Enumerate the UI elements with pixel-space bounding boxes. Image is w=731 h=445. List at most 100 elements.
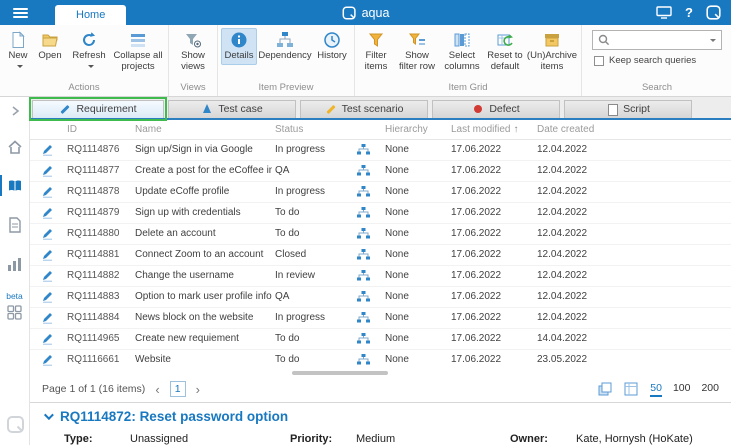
table-row[interactable]: RQ1114876 Sign up/Sign in via Google In …	[30, 140, 731, 161]
new-button[interactable]: New	[3, 28, 33, 76]
column-header-name[interactable]: Name	[132, 124, 272, 135]
history-button[interactable]: History	[313, 28, 351, 65]
row-edit-cell[interactable]	[30, 185, 64, 198]
tab-label: Script	[623, 103, 650, 115]
column-header-id[interactable]: ID	[64, 124, 132, 135]
aqua-app-icon[interactable]	[706, 5, 721, 20]
keep-search-queries-option[interactable]: Keep search queries	[594, 55, 720, 66]
checkbox-icon[interactable]	[594, 56, 604, 66]
filter-items-button[interactable]: Filter items	[358, 28, 394, 76]
sidebar-item-apps-beta[interactable]	[0, 301, 29, 324]
ribbon-group-item-preview: Details Dependency History Item Preview	[218, 25, 355, 96]
new-document-icon	[9, 31, 27, 49]
tab-defect[interactable]: Defect	[432, 100, 560, 118]
app-title-text: aqua	[362, 6, 390, 20]
select-columns-button[interactable]: Select columns	[440, 28, 484, 76]
unarchive-items-label: (Un)Archive items	[527, 51, 577, 73]
ribbon-group-views: Show views Views	[169, 25, 218, 96]
refresh-button[interactable]: Refresh	[67, 28, 111, 76]
table-row[interactable]: RQ1114883 Option to mark user profile in…	[30, 287, 731, 308]
sidebar-item-home[interactable]	[0, 135, 29, 158]
show-views-button[interactable]: Show views	[172, 28, 214, 76]
column-header-hierarchy[interactable]: Hierarchy	[382, 124, 448, 135]
refresh-icon	[80, 31, 98, 49]
row-edit-cell[interactable]	[30, 290, 64, 303]
dependency-icon	[276, 31, 294, 49]
table-row[interactable]: RQ1114878 Update eCoffe profile In progr…	[30, 182, 731, 203]
row-edit-cell[interactable]	[30, 353, 64, 366]
bar-chart-icon	[7, 257, 22, 271]
dropdown-caret-icon	[17, 65, 23, 68]
page-size-200[interactable]: 200	[701, 382, 719, 397]
tab-test-scenario[interactable]: Test scenario	[300, 100, 428, 118]
table-row[interactable]: RQ1114879 Sign up with credentials To do…	[30, 203, 731, 224]
row-edit-cell[interactable]	[30, 332, 64, 345]
ribbon-group-label-search: Search	[582, 81, 731, 96]
tab-script[interactable]: Script	[564, 100, 692, 118]
aqua-logo-icon	[342, 6, 356, 20]
row-hierarchy-icon-cell	[344, 144, 382, 155]
row-date-created: 12.04.2022	[534, 165, 634, 176]
column-header-status[interactable]: Status	[272, 124, 344, 135]
dependency-button[interactable]: Dependency	[257, 28, 313, 65]
search-input[interactable]	[614, 34, 703, 46]
details-button[interactable]: Details	[221, 28, 257, 65]
column-header-last_modified[interactable]: Last modified↑	[448, 124, 534, 135]
row-edit-cell[interactable]	[30, 227, 64, 240]
current-page-button[interactable]: 1	[170, 381, 186, 397]
tab-test-case[interactable]: Test case	[168, 100, 296, 118]
row-hierarchy-icon-cell	[344, 270, 382, 281]
unarchive-items-button[interactable]: (Un)Archive items	[526, 28, 578, 76]
tab-requirement[interactable]: Requirement	[32, 100, 164, 118]
sidebar-item-reports[interactable]	[0, 253, 29, 275]
table-row[interactable]: RQ1116661 Website To do None 17.06.2022 …	[30, 350, 731, 370]
grid-apps-icon	[7, 305, 22, 320]
table-row[interactable]: RQ1114965 Create new requiement To do No…	[30, 329, 731, 350]
select-columns-icon	[453, 31, 471, 49]
sidebar-item-projects[interactable]	[0, 174, 29, 197]
refresh-button-label: Refresh	[69, 51, 109, 73]
tab-home[interactable]: Home	[55, 5, 126, 25]
table-row[interactable]: RQ1114877 Create a post for the eCoffee …	[30, 161, 731, 182]
row-hierarchy-icon-cell	[344, 186, 382, 197]
page-size-50[interactable]: 50	[650, 382, 662, 397]
copy-view-icon[interactable]	[598, 382, 612, 396]
table-row[interactable]: RQ1114884 News block on the website In p…	[30, 308, 731, 329]
row-last-modified: 17.06.2022	[448, 228, 534, 239]
reset-to-default-icon	[496, 31, 514, 49]
row-edit-cell[interactable]	[30, 164, 64, 177]
column-header-date_created[interactable]: Date created	[534, 124, 634, 135]
row-hierarchy-icon-cell	[344, 249, 382, 260]
row-edit-cell[interactable]	[30, 269, 64, 282]
page-size-100[interactable]: 100	[673, 382, 691, 397]
details-info-icon	[230, 31, 248, 49]
search-dropdown-caret-icon[interactable]	[710, 39, 716, 42]
collapse-all-projects-button[interactable]: Collapse all projects	[111, 28, 165, 76]
row-hierarchy: None	[382, 249, 448, 260]
beta-badge: beta	[6, 291, 23, 301]
row-edit-cell[interactable]	[30, 248, 64, 261]
table-row[interactable]: RQ1114880 Delete an account To do None 1…	[30, 224, 731, 245]
help-icon[interactable]: ?	[685, 6, 693, 19]
row-hierarchy: None	[382, 291, 448, 302]
collapse-detail-chevron-icon[interactable]	[44, 410, 54, 420]
show-filter-row-label: Show filter row	[396, 51, 438, 73]
open-button[interactable]: Open	[33, 28, 67, 65]
row-edit-cell[interactable]	[30, 143, 64, 156]
table-row[interactable]: RQ1114882 Change the username In review …	[30, 266, 731, 287]
reset-to-default-label: Reset to default	[486, 51, 524, 73]
sidebar-expand-button[interactable]	[0, 101, 29, 121]
display-share-icon[interactable]	[656, 6, 672, 19]
row-edit-cell[interactable]	[30, 311, 64, 324]
scrollbar-thumb[interactable]	[292, 371, 388, 375]
sidebar-item-documents[interactable]	[0, 213, 29, 237]
hamburger-menu-icon[interactable]	[13, 0, 28, 25]
reset-to-default-button[interactable]: Reset to default	[484, 28, 526, 76]
table-row[interactable]: RQ1114881 Connect Zoom to an account Clo…	[30, 245, 731, 266]
calendar-view-icon[interactable]	[624, 382, 638, 396]
row-edit-cell[interactable]	[30, 206, 64, 219]
show-filter-row-button[interactable]: Show filter row	[394, 28, 440, 76]
prev-page-button[interactable]: ‹	[153, 382, 161, 397]
next-page-button[interactable]: ›	[194, 382, 202, 397]
search-input-box[interactable]	[592, 30, 722, 50]
